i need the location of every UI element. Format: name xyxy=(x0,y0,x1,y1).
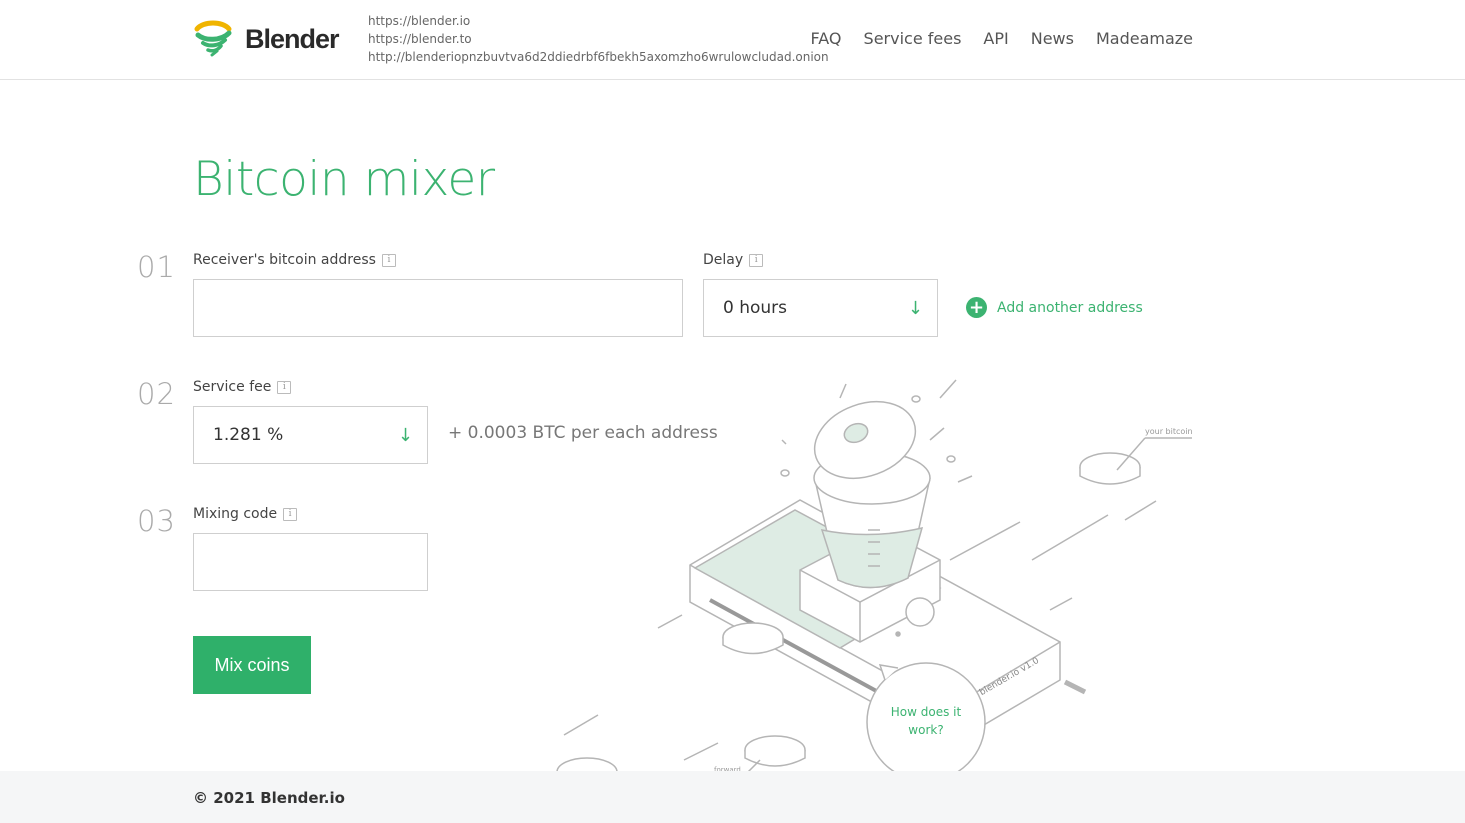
how-does-it-work-link[interactable]: How does it work? xyxy=(878,703,974,739)
site-footer: © 2021 Blender.io xyxy=(0,771,1465,823)
page-title: Bitcoin mixer xyxy=(193,152,495,207)
nav-faq[interactable]: FAQ xyxy=(811,29,842,48)
mixing-code-label-text: Mixing code xyxy=(193,506,278,522)
delay-select[interactable]: 0 hours ↓ xyxy=(703,279,938,337)
add-another-address-label: Add another address xyxy=(997,299,1143,316)
delay-label-text: Delay xyxy=(703,252,744,268)
nav-service-fees[interactable]: Service fees xyxy=(864,29,962,48)
service-fee-select[interactable]: 1.281 % ↓ xyxy=(193,406,428,464)
logo[interactable]: Blender xyxy=(193,18,343,60)
mix-coins-button[interactable]: Mix coins xyxy=(193,636,311,694)
site-header: Blender https://blender.io https://blend… xyxy=(0,0,1465,80)
your-bitcoin-label: your bitcoin xyxy=(1145,427,1193,436)
receiver-address-label-text: Receiver's bitcoin address xyxy=(193,252,376,268)
info-icon[interactable]: i xyxy=(283,507,298,521)
mixing-code-label: Mixing code i xyxy=(193,506,298,522)
plus-icon: + xyxy=(966,297,987,318)
copyright: © 2021 Blender.io xyxy=(193,789,345,807)
nav-api[interactable]: API xyxy=(983,29,1008,48)
blender-logo-icon xyxy=(194,20,232,57)
logo-text: Blender xyxy=(245,23,340,54)
add-another-address-button[interactable]: + Add another address xyxy=(966,297,1143,318)
receiver-address-input[interactable] xyxy=(193,279,683,337)
mixing-code-input[interactable] xyxy=(193,533,428,591)
step-number-3: 03 xyxy=(137,504,176,538)
info-icon[interactable]: i xyxy=(381,253,396,267)
blender-illustration xyxy=(556,379,1192,811)
mirror-link-onion[interactable]: http://blenderiopnzbuvtva6d2ddiedrbf6fbe… xyxy=(368,48,829,66)
main-nav: FAQ Service fees API News Madeamaze xyxy=(811,29,1193,48)
mirror-link[interactable]: https://blender.to xyxy=(368,30,829,48)
mirror-links: https://blender.io https://blender.to ht… xyxy=(368,12,829,66)
arrow-down-icon: ↓ xyxy=(397,424,413,446)
nav-news[interactable]: News xyxy=(1031,29,1074,48)
step-number-1: 01 xyxy=(137,250,176,284)
receiver-address-label: Receiver's bitcoin address i xyxy=(193,252,396,268)
service-fee-label: Service fee i xyxy=(193,379,292,395)
step-number-2: 02 xyxy=(137,377,176,411)
nav-madeamaze[interactable]: Madeamaze xyxy=(1096,29,1193,48)
delay-value: 0 hours xyxy=(723,298,788,318)
mirror-link[interactable]: https://blender.io xyxy=(368,12,829,30)
info-icon[interactable]: i xyxy=(749,253,764,267)
service-fee-label-text: Service fee xyxy=(193,379,272,395)
arrow-down-icon: ↓ xyxy=(907,297,923,319)
info-icon[interactable]: i xyxy=(277,380,292,394)
delay-label: Delay i xyxy=(703,252,764,268)
service-fee-value: 1.281 % xyxy=(213,425,284,445)
